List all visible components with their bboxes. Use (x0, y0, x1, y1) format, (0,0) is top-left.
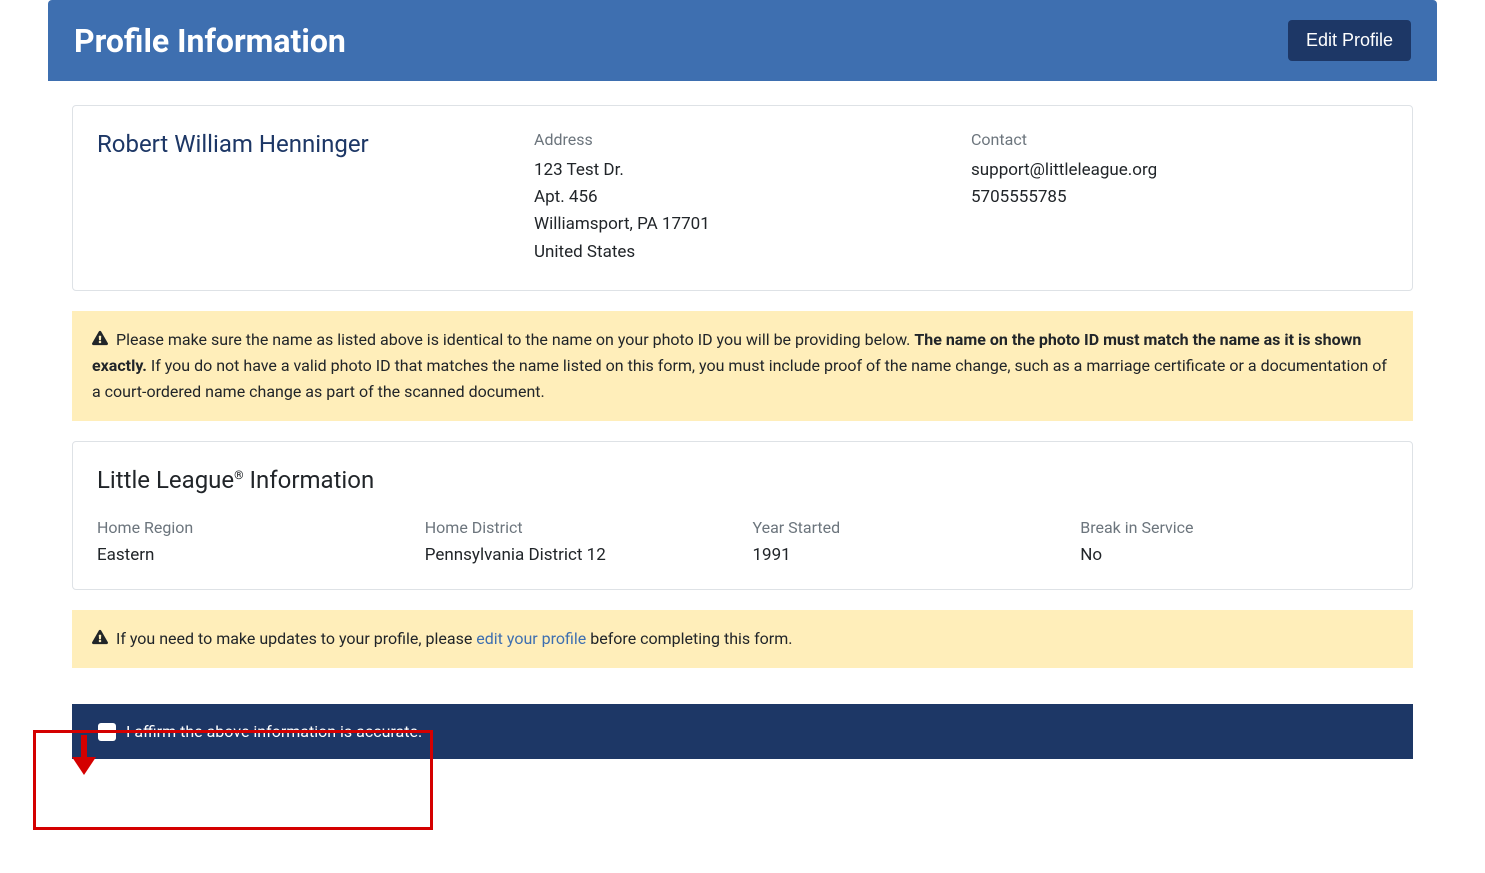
address-label: Address (534, 130, 951, 149)
update-profile-alert: If you need to make updates to your prof… (72, 610, 1413, 669)
alert-text-after: If you do not have a valid photo ID that… (92, 356, 1387, 401)
page-title: Profile Information (74, 22, 346, 60)
registered-mark-icon: ® (234, 468, 243, 482)
contact-label: Contact (971, 130, 1388, 149)
ll-title-prefix: Little League (97, 466, 234, 494)
year-started-label: Year Started (753, 518, 1061, 537)
contact-value: support@littleleague.org 5705555785 (971, 157, 1388, 211)
address-city: Williamsport, PA 17701 (534, 211, 951, 238)
home-region-value: Eastern (97, 545, 405, 565)
address-line1: 123 Test Dr. (534, 157, 951, 184)
edit-profile-button[interactable]: Edit Profile (1288, 20, 1411, 61)
address-country: United States (534, 239, 951, 266)
year-started-value: 1991 (753, 545, 1061, 565)
break-in-service-label: Break in Service (1080, 518, 1388, 537)
home-district-value: Pennsylvania District 12 (425, 545, 733, 565)
affirm-label: I affirm the above information is accura… (126, 722, 422, 741)
alert2-text-before: If you need to make updates to your prof… (112, 629, 476, 648)
home-region-label: Home Region (97, 518, 405, 537)
edit-profile-link[interactable]: edit your profile (476, 629, 586, 648)
warning-icon (92, 627, 108, 653)
address-line2: Apt. 456 (534, 184, 951, 211)
ll-title-suffix: Information (244, 466, 375, 494)
profile-card: Robert William Henninger Address 123 Tes… (72, 105, 1413, 291)
affirm-bar: I affirm the above information is accura… (72, 704, 1413, 759)
name-match-alert: Please make sure the name as listed abov… (72, 311, 1413, 421)
alert-text-before: Please make sure the name as listed abov… (112, 330, 914, 349)
little-league-section-title: Little League® Information (97, 466, 1388, 494)
little-league-card: Little League® Information Home Region E… (72, 441, 1413, 590)
alert2-text-after: before completing this form. (586, 629, 792, 648)
contact-phone: 5705555785 (971, 184, 1388, 211)
warning-icon (92, 328, 108, 354)
header-bar: Profile Information Edit Profile (48, 0, 1437, 81)
contact-email: support@littleleague.org (971, 157, 1388, 184)
break-in-service-value: No (1080, 545, 1388, 565)
address-value: 123 Test Dr. Apt. 456 Williamsport, PA 1… (534, 157, 951, 266)
home-district-label: Home District (425, 518, 733, 537)
profile-name: Robert William Henninger (97, 130, 514, 158)
affirm-checkbox[interactable] (98, 723, 116, 741)
